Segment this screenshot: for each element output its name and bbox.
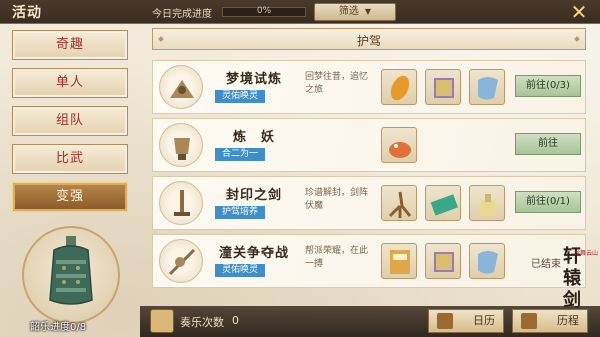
calendar-label: 日历 — [473, 314, 495, 327]
go-button[interactable]: 前往 — [515, 133, 581, 155]
sidebar-item-bianqiang[interactable]: 变强 — [12, 182, 128, 212]
daily-progress-bar: 0% — [222, 6, 306, 17]
schedule-button[interactable]: 历程 — [512, 309, 588, 333]
schedule-label: 历程 — [557, 314, 579, 327]
activity-tag: 灵佑唤灵 — [215, 264, 265, 277]
panel-header: 护驾 — [152, 28, 586, 50]
scroll-icon[interactable] — [469, 243, 505, 279]
activity-tag: 护驾培养 — [215, 206, 265, 219]
activity-name: 梦境试炼 — [225, 72, 282, 87]
activity-row: 梦境试炼 灵佑唤灵 回梦往昔，追忆之旅 前往(0/3) — [152, 60, 586, 114]
sidebar-item-danren[interactable]: 单人 — [12, 68, 128, 98]
bell-progress-label: 韶乐进度0/8 — [30, 322, 87, 333]
root-item-icon[interactable] — [381, 185, 417, 221]
calendar-button[interactable]: 日历 — [428, 309, 504, 333]
game-logo-seal: 龙舞云山 — [574, 250, 599, 257]
music-sheet-icon — [150, 309, 174, 333]
horse-icon — [521, 313, 537, 329]
sidebar-item-biwu[interactable]: 比武 — [12, 144, 128, 174]
activity-name: 潼关争夺战 — [218, 246, 289, 261]
daily-progress-value: 0% — [256, 6, 272, 16]
activity-name: 炼 妖 — [232, 130, 275, 145]
play-count-label: 奏乐次数 — [180, 316, 224, 329]
activity-tag: 合二为一 — [215, 148, 265, 161]
calendar-icon — [437, 313, 453, 329]
green-book-icon[interactable] — [425, 185, 461, 221]
go-button[interactable]: 前往(0/1) — [515, 191, 581, 213]
refine-demon-icon — [159, 123, 203, 167]
daily-progress-label: 今日完成进度 — [152, 9, 212, 20]
activity-row: 封印之剑 护驾培养 珍谱解封，剑阵伏魔 前往(0/1) — [152, 176, 586, 230]
bronze-bell-icon — [49, 236, 93, 305]
panel-title: 护驾 — [356, 34, 381, 48]
activity-tag: 灵佑唤灵 — [215, 90, 265, 103]
sidebar: 奇趣 单人 组队 比武 变强 — [12, 30, 128, 220]
filter-label: 筛选 — [338, 6, 359, 17]
activity-row: 炼 妖 合二为一 前往 — [152, 118, 586, 172]
scroll-icon[interactable] — [469, 69, 505, 105]
tongguan-battle-icon — [159, 239, 203, 283]
activity-desc: 回梦往昔，追忆之旅 — [305, 72, 369, 95]
activity-desc: 帮派荣耀，在此一搏 — [305, 246, 369, 269]
bell-emblem[interactable] — [22, 226, 120, 324]
play-count-value: 0 — [232, 314, 239, 327]
filter-button[interactable]: 筛选 ▼ — [314, 3, 396, 21]
close-icon[interactable]: ✕ — [568, 1, 590, 23]
page-title: 活动 — [12, 5, 42, 21]
sealed-sword-icon — [159, 181, 203, 225]
activity-name: 封印之剑 — [225, 188, 282, 203]
dream-trial-icon — [159, 65, 203, 109]
sidebar-item-qiqu[interactable]: 奇趣 — [12, 30, 128, 60]
activity-desc: 珍谱解封，剑阵伏魔 — [305, 188, 369, 211]
sidebar-item-zudui[interactable]: 组队 — [12, 106, 128, 136]
amber-gem-icon[interactable] — [381, 69, 417, 105]
yellow-book-icon[interactable] — [381, 243, 417, 279]
tome-icon[interactable] — [425, 69, 461, 105]
activity-row: 潼关争夺战 灵佑唤灵 帮派荣耀，在此一搏 已结束 — [152, 234, 586, 288]
jade-vase-icon[interactable] — [469, 185, 505, 221]
go-button[interactable]: 前往(0/3) — [515, 75, 581, 97]
fire-beast-icon[interactable] — [381, 127, 417, 163]
chevron-down-icon: ▼ — [364, 7, 372, 16]
tome-icon[interactable] — [425, 243, 461, 279]
